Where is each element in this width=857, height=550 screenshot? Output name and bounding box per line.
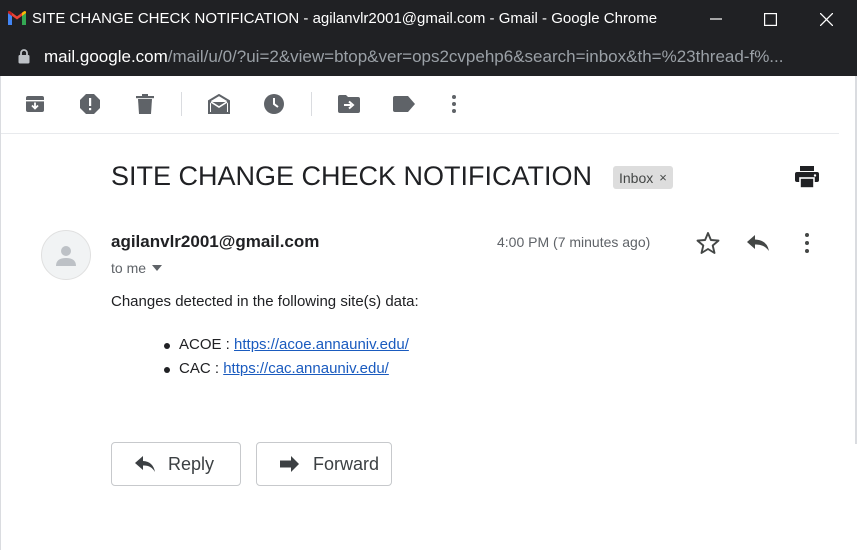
more-vert-icon[interactable] (442, 92, 466, 116)
gmail-logo-icon (8, 11, 26, 25)
toolbar-divider (311, 92, 312, 116)
sender-address[interactable]: agilanvlr2001@gmail.com (111, 232, 319, 252)
site-link[interactable]: https://acoe.annauniv.edu/ (234, 336, 409, 353)
inbox-label-chip[interactable]: Inbox × (613, 166, 673, 189)
chevron-down-icon[interactable] (152, 265, 163, 271)
email-toolbar (1, 76, 839, 134)
forward-button-label: Forward (313, 453, 380, 474)
close-icon[interactable] (802, 0, 850, 38)
site-name: ACOE : (179, 336, 235, 353)
more-vert-icon[interactable] (795, 230, 819, 256)
label-icon[interactable] (392, 92, 416, 116)
email-body-intro: Changes detected in the following site(s… (111, 293, 419, 310)
print-icon[interactable] (795, 166, 819, 190)
list-item: ACOE : https://acoe.annauniv.edu/ (163, 333, 409, 357)
window-title: SITE CHANGE CHECK NOTIFICATION - agilanv… (32, 10, 658, 27)
site-link[interactable]: https://cac.annauniv.edu/ (223, 360, 389, 377)
reply-icon (134, 453, 156, 475)
url-text: mail.google.com/mail/u/0/?ui=2&view=btop… (44, 47, 783, 67)
reply-button[interactable]: Reply (111, 442, 241, 486)
report-spam-icon[interactable] (78, 92, 102, 116)
forward-button[interactable]: Forward (256, 442, 392, 486)
forward-icon (279, 453, 301, 475)
reply-icon[interactable] (745, 230, 771, 256)
list-item: CAC : https://cac.annauniv.edu/ (163, 357, 409, 381)
email-timestamp: 4:00 PM (7 minutes ago) (497, 234, 651, 250)
default-avatar-icon (56, 246, 76, 266)
avatar (41, 230, 91, 280)
recipient-details[interactable]: to me (111, 260, 163, 276)
star-icon[interactable] (695, 230, 721, 256)
email-subject: SITE CHANGE CHECK NOTIFICATION (111, 161, 593, 191)
url-host: mail.google.com (44, 47, 168, 66)
minimize-icon[interactable] (692, 0, 740, 38)
archive-icon[interactable] (23, 92, 47, 116)
recipient-text: to me (111, 260, 147, 276)
inbox-label-text: Inbox (619, 169, 654, 186)
remove-label-icon[interactable]: × (659, 170, 667, 185)
url-path: /mail/u/0/?ui=2&view=btop&ver=ops2cvpehp… (167, 47, 784, 66)
lock-icon (18, 49, 30, 64)
delete-icon[interactable] (133, 92, 157, 116)
maximize-icon[interactable] (746, 0, 794, 38)
toolbar-divider (181, 92, 182, 116)
snooze-icon[interactable] (262, 92, 286, 116)
email-view: SITE CHANGE CHECK NOTIFICATION Inbox × a… (0, 76, 857, 550)
reply-button-label: Reply (168, 453, 215, 474)
site-list: ACOE : https://acoe.annauniv.edu/ CAC : … (163, 333, 409, 381)
site-name: CAC : (179, 360, 224, 377)
address-bar[interactable]: mail.google.com/mail/u/0/?ui=2&view=btop… (0, 38, 857, 76)
window-title-bar: SITE CHANGE CHECK NOTIFICATION - agilanv… (0, 0, 857, 38)
move-to-icon[interactable] (337, 92, 361, 116)
mark-unread-icon[interactable] (207, 92, 231, 116)
